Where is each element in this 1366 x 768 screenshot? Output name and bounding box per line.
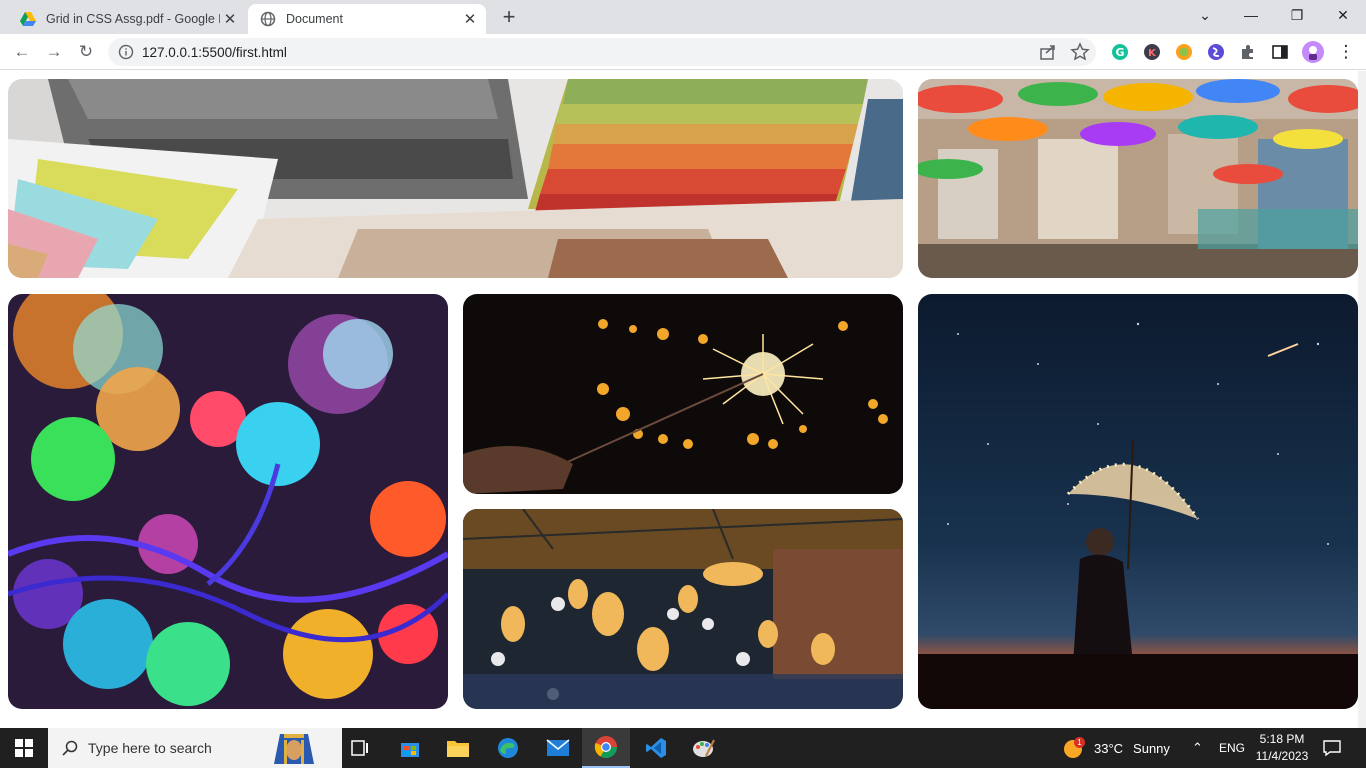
google-drive-icon — [20, 12, 36, 26]
taskbar-search-box[interactable]: Type here to search — [48, 728, 342, 768]
weather-condition: Sunny — [1133, 740, 1170, 756]
bookmark-star-icon[interactable] — [1069, 41, 1091, 63]
browser-toolbar: ← → ↻ 127.0.0.1:5500/first.html G K ⋮ — [0, 34, 1366, 70]
50-extension-icon[interactable] — [1174, 42, 1194, 62]
tab-title: Grid in CSS Assg.pdf - Google D — [46, 12, 220, 26]
clock[interactable]: 5:18 PM 11/4/2023 — [1254, 728, 1310, 768]
page-scrollbar[interactable] — [1358, 71, 1366, 728]
image-hanging-bulbs — [463, 509, 903, 709]
windows-taskbar: Type here to search 1 33°C Sunny ⌃ ENG 5… — [0, 728, 1366, 768]
image-umbrella-street — [918, 79, 1358, 278]
vscode-icon[interactable] — [632, 728, 680, 768]
task-view-icon[interactable] — [336, 728, 384, 768]
microsoft-store-icon[interactable] — [386, 728, 434, 768]
tab-title: Document — [286, 12, 343, 26]
site-info-icon[interactable] — [118, 44, 134, 60]
close-tab-icon[interactable]: ✕ — [220, 9, 240, 29]
weather-temp: 33°C — [1094, 740, 1124, 756]
close-tab-icon[interactable]: ✕ — [460, 9, 480, 29]
edge-icon[interactable] — [484, 728, 532, 768]
start-button[interactable] — [0, 728, 48, 768]
clock-date: 11/4/2023 — [1255, 749, 1309, 763]
reload-button[interactable]: ↻ — [72, 38, 100, 66]
close-window-button[interactable]: ✕ — [1320, 0, 1366, 30]
svg-text:K: K — [1148, 48, 1157, 59]
file-explorer-icon[interactable] — [434, 728, 482, 768]
weather-badge: 1 — [1074, 737, 1085, 748]
image-woman-lit-umbrella — [918, 294, 1358, 709]
back-button[interactable]: ← — [8, 38, 36, 66]
mail-icon[interactable] — [534, 728, 582, 768]
image-grid — [0, 71, 1366, 728]
grammarly-icon[interactable]: G — [1110, 42, 1130, 62]
tab-search-chevron-icon[interactable]: ⌄ — [1182, 0, 1228, 30]
windows-logo-icon — [15, 739, 33, 757]
image-sparkler — [463, 294, 903, 494]
sun-icon: 1 — [1062, 737, 1085, 759]
chrome-taskbar-icon[interactable] — [582, 728, 630, 768]
image-bokeh-lights — [8, 294, 448, 709]
search-icon — [62, 740, 78, 756]
tab-document[interactable]: Document ✕ — [248, 4, 486, 34]
forward-button[interactable]: → — [40, 38, 68, 66]
share-icon[interactable] — [1037, 41, 1059, 63]
paint-icon[interactable] — [680, 728, 728, 768]
profile-avatar[interactable] — [1301, 40, 1325, 64]
chrome-menu-icon[interactable]: ⋮ — [1332, 38, 1360, 66]
search-placeholder: Type here to search — [88, 740, 212, 756]
clock-time: 5:18 PM — [1259, 732, 1305, 746]
restore-button[interactable]: ❐ — [1274, 0, 1320, 30]
k-extension-icon[interactable]: K — [1142, 42, 1162, 62]
address-bar[interactable]: 127.0.0.1:5500/first.html — [108, 38, 1096, 66]
url-text: 127.0.0.1:5500/first.html — [142, 44, 287, 60]
hidden-icons-chevron-icon[interactable]: ⌃ — [1192, 728, 1203, 768]
puzzle-icon[interactable] — [1238, 42, 1258, 62]
tab-google-drive[interactable]: Grid in CSS Assg.pdf - Google D ✕ — [8, 4, 246, 34]
svg-text:G: G — [1115, 46, 1124, 59]
image-fabric-swatches — [8, 79, 903, 278]
language-indicator[interactable]: ENG — [1219, 728, 1245, 768]
new-tab-button[interactable]: + — [498, 4, 520, 29]
minimize-button[interactable]: — — [1228, 0, 1274, 30]
pharaoh-search-highlight-icon[interactable] — [262, 728, 326, 768]
sigma-extension-icon[interactable] — [1206, 42, 1226, 62]
sidepanel-icon[interactable] — [1270, 42, 1290, 62]
notifications-icon[interactable] — [1322, 728, 1342, 768]
globe-icon — [260, 11, 276, 27]
weather-widget[interactable]: 1 33°C Sunny — [1062, 728, 1170, 768]
tab-strip: Grid in CSS Assg.pdf - Google D ✕ Docume… — [0, 0, 1366, 34]
